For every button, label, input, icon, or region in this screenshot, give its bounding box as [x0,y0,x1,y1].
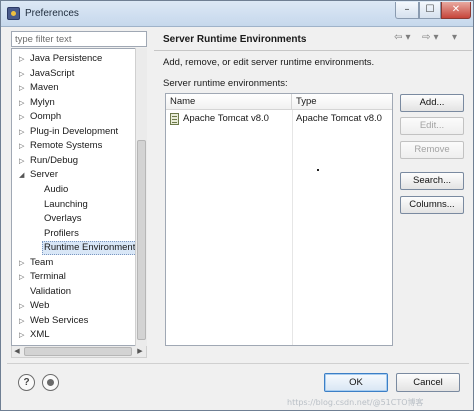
column-divider [292,110,293,345]
minimize-button[interactable]: – [395,2,419,19]
mouse-cursor [317,169,319,171]
runtime-environments-table[interactable]: Name Type Apache Tomcat v8.0 Apache Tomc… [165,93,393,346]
tree-item-label: Web Services [30,314,89,326]
preferences-window: Preferences – ☐ ✕ ▷Java Persistence▷Java… [0,0,474,411]
tree-item-label: Run/Debug [30,154,79,166]
tree-item-label: Oomph [30,111,62,123]
collapsed-arrow-icon[interactable]: ▷ [19,270,27,284]
help-icon[interactable]: ? [18,374,35,391]
remove-button[interactable]: Remove [400,141,464,159]
collapsed-arrow-icon[interactable]: ▷ [19,256,27,270]
close-button[interactable]: ✕ [441,2,471,19]
collapsed-arrow-icon[interactable]: ▷ [19,314,27,328]
tree-item-label: Runtime Environment [42,241,138,256]
table-label: Server runtime environments: [163,78,288,89]
page-header: Server Runtime Environments ⇦ ▾ ⇨ ▾ ▾ [154,28,472,51]
scroll-left-icon[interactable]: ◀ [12,346,22,357]
import-export-preferences-icon[interactable] [42,374,59,391]
tree-item-label: Mylyn [30,96,55,108]
columns-button[interactable]: Columns... [400,196,464,214]
cancel-button[interactable]: Cancel [396,373,460,392]
collapsed-arrow-icon[interactable]: ▷ [19,67,27,81]
tree-item-label: Validation [30,285,72,297]
ok-button[interactable]: OK [324,373,388,392]
edit-button[interactable]: Edit... [400,117,464,135]
tree-horizontal-scrollbar[interactable]: ◀ ▶ [11,346,147,358]
collapsed-arrow-icon[interactable]: ▷ [19,328,27,342]
tree-item-label: Terminal [30,271,66,283]
back-arrow-icon[interactable]: ⇦ ▾ [394,32,411,43]
view-menu-icon[interactable]: ▾ [452,32,457,43]
tree-item-label: Audio [44,183,69,195]
collapsed-arrow-icon[interactable]: ▷ [19,96,27,110]
tree-item-label: Maven [30,82,59,94]
column-header-name[interactable]: Name [166,94,292,110]
tree-item-label: Launching [44,198,88,210]
collapsed-arrow-icon[interactable]: ▷ [19,154,27,168]
tree-item-label: Profilers [44,227,79,239]
page-description: Add, remove, or edit server runtime envi… [163,57,375,68]
tree-item-label: Web [30,300,50,312]
runtime-type-cell: Apache Tomcat v8.0 [296,113,382,124]
preferences-tree[interactable]: ▷ Java Persistence ▷ JavaScript ▷ Maven ▷ Mylyn… [11,48,147,346]
tree-vertical-scrollbar[interactable] [135,48,147,346]
collapsed-arrow-icon[interactable]: ▷ [19,52,27,66]
window-title: Preferences [25,8,79,19]
footer-separator [7,363,469,364]
search-button[interactable]: Search... [400,172,464,190]
tree-item-label: Java Persistence [30,53,103,64]
scroll-right-icon[interactable]: ▶ [135,346,145,357]
tree-vertical-scroll-thumb[interactable] [137,140,146,340]
page-title: Server Runtime Environments [163,34,307,45]
collapsed-arrow-icon[interactable]: ▷ [19,139,27,153]
eclipse-app-icon [7,7,20,20]
tree-item-label: Team [30,256,54,268]
expanded-arrow-icon[interactable]: ◢ [19,168,27,182]
tree-item-label: JavaScript [30,67,75,79]
runtime-name-cell: Apache Tomcat v8.0 [183,113,269,124]
collapsed-arrow-icon[interactable]: ▷ [19,125,27,139]
column-header-type[interactable]: Type [292,94,392,110]
server-runtime-icon [170,113,179,125]
collapsed-arrow-icon[interactable]: ▷ [19,299,27,313]
tree-item-label: Plug-in Development [30,125,119,137]
tree-horizontal-scroll-thumb[interactable] [24,347,132,356]
watermark: https://blog.csdn.net/@51CTO博客 [287,398,424,407]
forward-arrow-icon[interactable]: ⇨ ▾ [422,32,439,43]
filter-input[interactable] [11,31,147,47]
tree-item-label: Server [30,169,58,181]
add-button[interactable]: Add... [400,94,464,112]
tree-item-label: XML [30,329,50,341]
tree-item-label: Overlays [44,213,82,225]
table-row[interactable]: Apache Tomcat v8.0 Apache Tomcat v8.0 [166,111,392,127]
tree-item-label: Remote Systems [30,140,103,152]
collapsed-arrow-icon[interactable]: ▷ [19,81,27,95]
collapsed-arrow-icon[interactable]: ▷ [19,110,27,124]
maximize-button[interactable]: ☐ [419,2,441,19]
title-bar[interactable]: Preferences – ☐ ✕ [1,1,473,27]
